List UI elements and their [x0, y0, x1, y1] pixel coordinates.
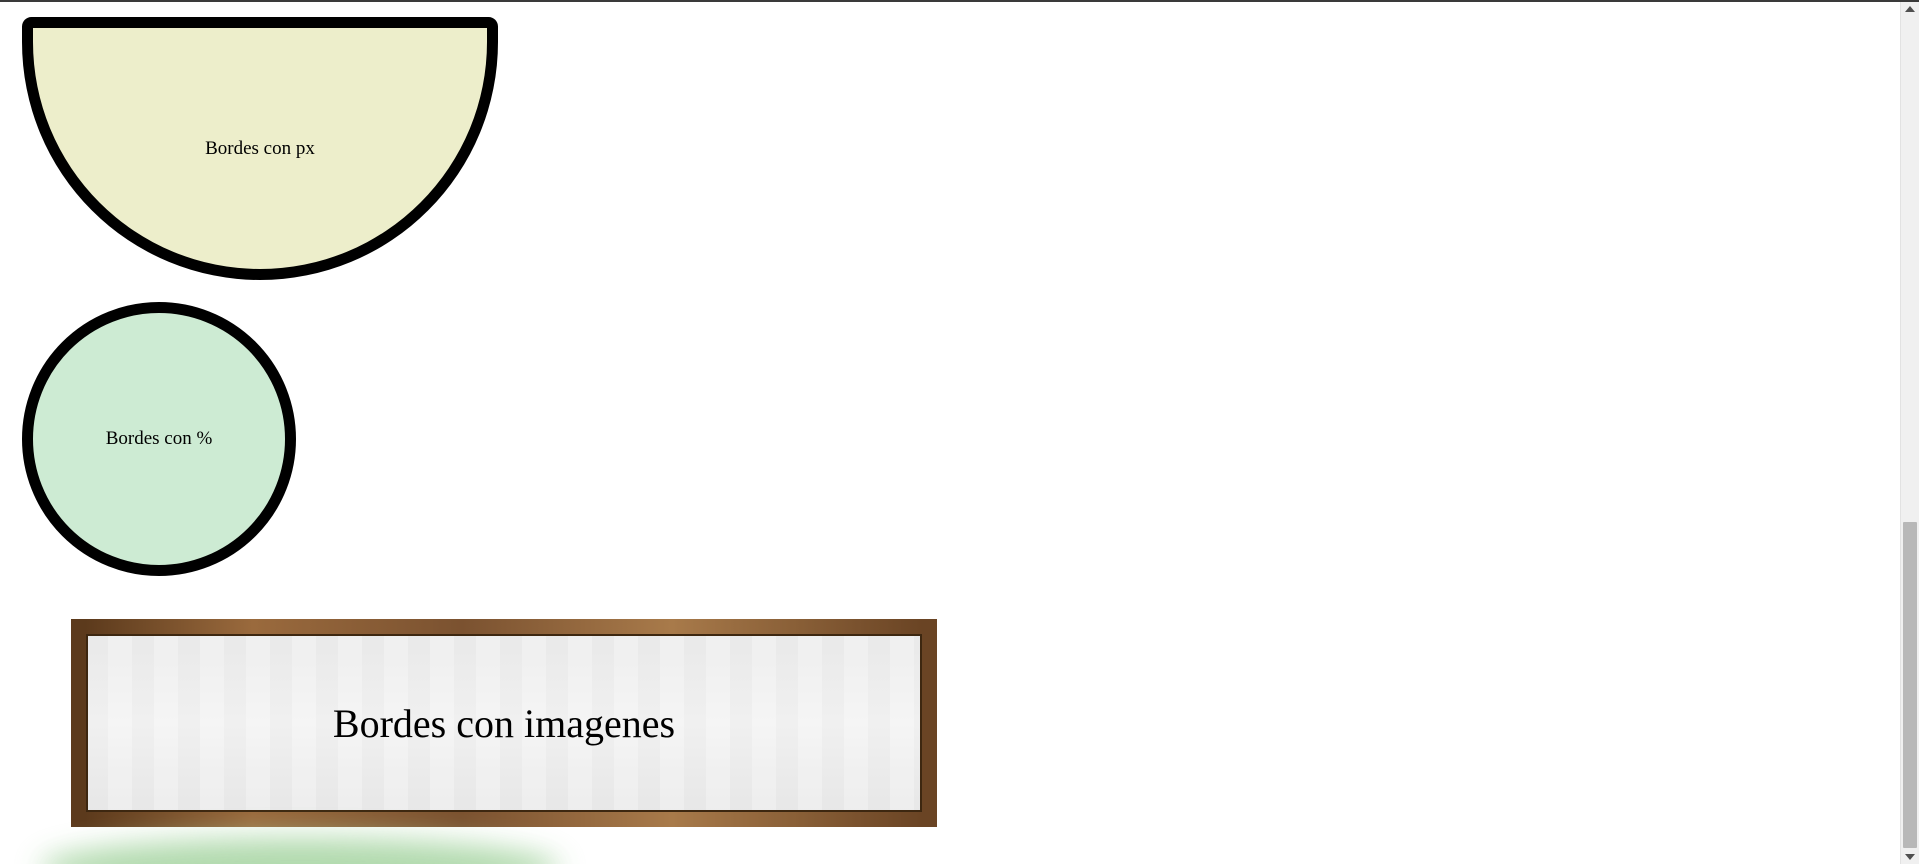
page-viewport: Bordes con px Bordes con % Bordes con im…	[0, 2, 1900, 864]
px-box-label: Bordes con px	[205, 137, 315, 159]
scrollbar-thumb[interactable]	[1903, 522, 1917, 848]
percent-box-label: Bordes con %	[105, 428, 213, 449]
scroll-up-arrow-icon[interactable]	[1905, 6, 1915, 12]
blurred-shadow-box	[40, 838, 560, 864]
scroll-down-arrow-icon[interactable]	[1905, 854, 1915, 860]
rounded-border-px-box: Bordes con px	[22, 17, 498, 280]
image-border-frame-box: Bordes con imagenes	[71, 619, 937, 827]
image-box-label: Bordes con imagenes	[332, 700, 676, 746]
vertical-scrollbar[interactable]	[1900, 2, 1919, 864]
rounded-border-percent-circle: Bordes con %	[22, 302, 296, 576]
